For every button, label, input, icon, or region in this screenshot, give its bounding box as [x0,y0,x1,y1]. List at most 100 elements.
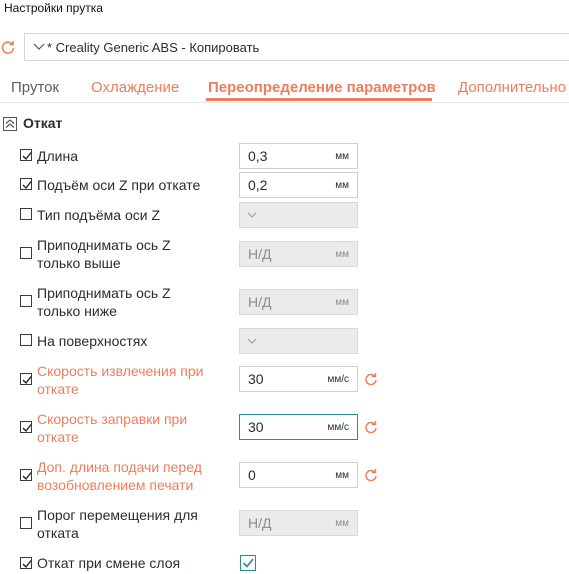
input-lift-above-value: Н/Д [248,246,272,262]
reset-arrow-icon[interactable] [0,39,16,55]
input-lift-below-value: Н/Д [248,294,272,310]
checkbox-length[interactable] [20,149,32,161]
chevron-down-icon [33,43,45,50]
chevron-down-icon [247,212,257,218]
checkbox-lift-above[interactable] [20,247,32,259]
label-line-2: только выше [37,255,121,271]
checkbox-deretraction-speed[interactable] [20,421,32,433]
checkbox-on-surfaces[interactable] [20,334,32,346]
collapse-icon[interactable] [3,117,17,131]
label-travel-threshold: Порог перемещения для отката [37,506,232,542]
input-lift-below[interactable]: Н/Д мм [239,289,358,315]
tab-filament[interactable]: Пруток [11,79,59,96]
setting-row-lift-above: Приподнимать ось Z только выше Н/Д мм [0,236,569,274]
input-z-hop[interactable]: 0,2 мм [239,172,358,198]
setting-row-deretraction-speed: Скорость заправки при откате 30 мм/с [0,410,569,448]
unit-label: мм [335,180,349,191]
check-icon [22,472,32,481]
unit-label: мм [335,151,349,162]
setting-row-retract-layer-change: Откат при смене слоя [0,553,569,573]
window-title: Настройки прутка [4,1,103,15]
chevron-down-icon [247,338,257,344]
label-retract-layer-change: Откат при смене слоя [37,555,181,571]
setting-row-on-surfaces: На поверхностях [0,328,569,354]
label-line-2: откате [37,381,79,397]
setting-row-extra-length: Доп. длина подачи перед возобновлением п… [0,458,569,496]
input-extra-length-value: 0 [248,467,256,483]
label-z-hop: Подъём оси Z при откате [37,177,201,193]
reset-arrow-icon[interactable] [364,372,378,386]
label-line-1: Доп. длина подачи перед [37,459,202,475]
window-titlebar: Настройки прутка [0,0,569,18]
tab-cooling[interactable]: Охлаждение [91,79,179,96]
label-line-2: возобновлением печати [37,477,194,493]
dropdown-z-hop-type[interactable] [239,202,358,228]
label-line-2: только ниже [37,303,117,319]
checkbox-extra-length[interactable] [20,469,32,481]
label-lift-above: Приподнимать ось Z только выше [37,236,232,272]
label-retraction-speed: Скорость извлечения при откате [37,362,232,398]
unit-label: мм/с [327,422,349,433]
unit-label: мм [335,518,349,529]
unit-label: мм [335,470,349,481]
check-icon [22,560,32,569]
check-icon [22,376,32,385]
input-extra-length[interactable]: 0 мм [239,462,358,488]
preset-row: * Creality Generic ABS - Копировать [0,33,569,63]
label-on-surfaces: На поверхностях [37,333,148,349]
checkbox-z-hop[interactable] [20,178,32,190]
input-deretraction-speed-value: 30 [248,419,264,435]
label-deretraction-speed: Скорость заправки при откате [37,410,232,446]
tab-overrides[interactable]: Переопределение параметров [208,79,436,96]
input-length[interactable]: 0,3 мм [239,143,358,169]
label-length: Длина [37,148,78,164]
checkbox-lift-below[interactable] [20,295,32,307]
input-lift-above[interactable]: Н/Д мм [239,241,358,267]
tab-bar: Пруток Охлаждение Переопределение параме… [0,72,569,103]
setting-row-retraction-speed: Скорость извлечения при откате 30 мм/с [0,362,569,400]
label-line-1: Скорость извлечения при [37,363,204,379]
input-travel-threshold-value: Н/Д [248,515,272,531]
preset-dropdown[interactable]: * Creality Generic ABS - Копировать [24,33,569,61]
setting-row-travel-threshold: Порог перемещения для отката Н/Д мм [0,506,569,544]
label-line-1: Приподнимать ось Z [37,237,171,253]
label-z-hop-type: Тип подъёма оси Z [37,207,161,223]
active-tab-underline [206,98,432,101]
label-line-1: Порог перемещения для [37,507,198,523]
checkbox-z-hop-type[interactable] [20,208,32,220]
checkbox-retract-layer-change[interactable] [20,557,32,569]
check-icon [242,558,254,568]
check-icon [22,152,32,161]
setting-row-lift-below: Приподнимать ось Z только ниже Н/Д мм [0,284,569,322]
input-retraction-speed-value: 30 [248,371,264,387]
section-header-retraction[interactable]: Откат [0,112,569,136]
setting-row-z-hop: Подъём оси Z при откате 0,2 мм [0,172,569,198]
unit-label: мм/с [327,374,349,385]
reset-arrow-icon[interactable] [364,468,378,482]
label-lift-below: Приподнимать ось Z только ниже [37,284,232,320]
label-line-1: Приподнимать ось Z [37,285,171,301]
setting-row-z-hop-type: Тип подъёма оси Z [0,202,569,228]
input-z-hop-value: 0,2 [248,177,268,193]
label-line-1: Скорость заправки при [37,411,188,427]
label-line-2: отката [37,525,79,541]
reset-arrow-icon[interactable] [364,420,378,434]
dropdown-on-surfaces[interactable] [239,328,358,354]
check-icon [22,181,32,190]
input-deretraction-speed[interactable]: 30 мм/с [239,414,358,440]
preset-name: * Creality Generic ABS - Копировать [47,40,260,55]
label-line-2: откате [37,429,79,445]
retract-layer-change-checkbox[interactable] [240,555,256,571]
tab-advanced[interactable]: Дополнительно [458,79,566,96]
input-length-value: 0,3 [248,148,268,164]
setting-row-length: Длина 0,3 мм [0,143,569,169]
check-icon [22,424,32,433]
input-travel-threshold[interactable]: Н/Д мм [239,510,358,536]
unit-label: мм [335,297,349,308]
checkbox-retraction-speed[interactable] [20,373,32,385]
label-extra-length: Доп. длина подачи перед возобновлением п… [37,458,232,494]
section-title: Откат [23,115,63,131]
input-retraction-speed[interactable]: 30 мм/с [239,366,358,392]
unit-label: мм [335,249,349,260]
checkbox-travel-threshold[interactable] [20,517,32,529]
